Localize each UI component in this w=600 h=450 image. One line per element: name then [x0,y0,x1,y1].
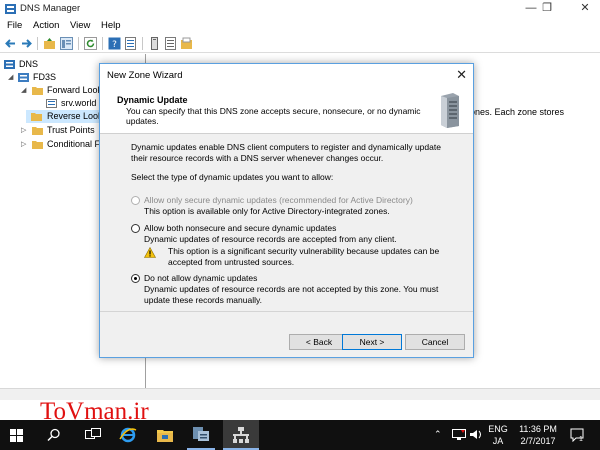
tree-label-trust-points: Trust Points [47,125,95,135]
server-icon [18,73,29,82]
option-nonsecure-desc: Dynamic updates of resource records are … [144,234,397,244]
server-manager-icon[interactable] [192,426,210,442]
tree-label-forward-lookup: Forward Look [47,85,103,95]
screen: DNS Manager — ❐ ✕ File Action View Help … [0,0,600,450]
records-list-icon[interactable] [164,37,177,50]
warning-icon [144,247,156,258]
restore-button[interactable]: ❐ [532,0,562,18]
option-no-updates-label: Do not allow dynamic updates [144,273,258,283]
up-folder-icon[interactable] [43,37,56,50]
radio-secure-only[interactable] [131,196,140,205]
dns-app-icon [5,4,16,14]
option-nonsecure-warning: This option is a significant security vu… [168,246,440,267]
input-language[interactable]: ENG [486,424,510,435]
task-view-icon[interactable] [85,428,101,441]
dialog-title: New Zone Wizard [107,70,183,81]
radio-no-dynamic-updates[interactable] [131,274,140,283]
back-button[interactable]: < Back [289,334,349,350]
tray-show-hidden-icon[interactable]: ⌃ [434,429,442,440]
notification-count: 1 [579,436,583,443]
dialog-close-button[interactable]: ✕ [456,67,467,83]
internet-explorer-icon[interactable] [119,426,137,444]
svg-text:?: ? [112,40,117,50]
tree-label-dns: DNS [19,59,39,69]
option-secure-only-desc: This option is available only for Active… [144,206,390,216]
windows-start-icon[interactable] [10,429,23,442]
menu-help[interactable]: Help [101,20,121,31]
window-titlebar: DNS Manager — ❐ ✕ [0,0,600,18]
details-description: ones. Each zone stores [470,107,565,117]
chevron-down-icon[interactable]: ◢ [8,73,13,81]
forward-arrow-icon[interactable] [20,37,33,50]
zone-icon [46,99,57,108]
show-hide-tree-icon[interactable] [60,37,73,50]
option-nonsecure-label: Allow both nonsecure and secure dynamic … [144,223,337,233]
dns-root-icon [4,60,15,69]
properties-icon[interactable] [124,37,137,50]
select-prompt: Select the type of dynamic updates you w… [131,172,334,182]
header-title: Dynamic Update [117,95,188,105]
search-icon[interactable] [47,428,61,442]
chevron-right-icon[interactable]: ▷ [21,126,26,134]
volume-icon[interactable] [470,429,483,440]
menu-view[interactable]: View [70,20,90,31]
dialog-separator [100,311,473,312]
dialog-titlebar: New Zone Wizard ✕ [100,64,473,88]
dns-manager-taskbar-icon [233,427,249,443]
header-subtitle: You can specify that this DNS zone accep… [126,106,421,126]
clock-date[interactable]: 2/7/2017 [514,436,562,447]
new-zone-wizard-dialog: New Zone Wizard ✕ Dynamic Update You can… [99,63,474,358]
menu-file[interactable]: File [7,20,22,31]
server-tower-icon [441,93,459,128]
folder-icon [32,127,43,135]
network-icon[interactable] [452,429,466,440]
tree-label-srv-world: srv.world [61,98,97,108]
tree-label-conditional-forwarders: Conditional F [47,139,101,149]
input-locale[interactable]: JA [486,436,510,447]
menu-action[interactable]: Action [33,20,59,31]
refresh-icon[interactable] [84,37,97,50]
server-list-icon[interactable] [148,37,161,50]
menu-bar: File Action View Help [0,18,600,34]
dns-manager-taskbar-button[interactable] [223,420,259,450]
help-icon[interactable]: ? [108,37,121,50]
close-window-button[interactable]: ✕ [570,0,600,18]
window-title: DNS Manager [20,3,81,14]
chevron-right-icon[interactable]: ▷ [21,140,26,148]
folder-icon [32,141,43,149]
option-no-updates-desc: Dynamic updates of resource records are … [144,284,439,305]
dialog-header: Dynamic Update You can specify that this… [100,88,473,134]
back-arrow-icon[interactable] [4,37,17,50]
tree-label-server: FD3S [33,72,57,82]
file-explorer-icon[interactable] [157,428,173,442]
chevron-down-icon[interactable]: ◢ [21,86,26,94]
taskbar: ⌃ ENG JA 11:36 PM 2/7/2017 1 [0,420,600,450]
tree-label-reverse-lookup: Reverse Look [47,111,103,121]
radio-nonsecure-and-secure[interactable] [131,224,140,233]
folder-icon [31,113,42,121]
option-secure-only-label: Allow only secure dynamic updates (recom… [144,195,413,205]
clock-time[interactable]: 11:36 PM [514,424,562,435]
zone-folder-icon[interactable] [180,37,193,50]
folder-icon [32,87,43,95]
next-button[interactable]: Next > [342,334,402,350]
dialog-body: Dynamic updates enable DNS client comput… [100,135,473,310]
intro-text: Dynamic updates enable DNS client comput… [131,142,441,163]
toolbar: ? [0,34,600,53]
cancel-button[interactable]: Cancel [405,334,465,350]
